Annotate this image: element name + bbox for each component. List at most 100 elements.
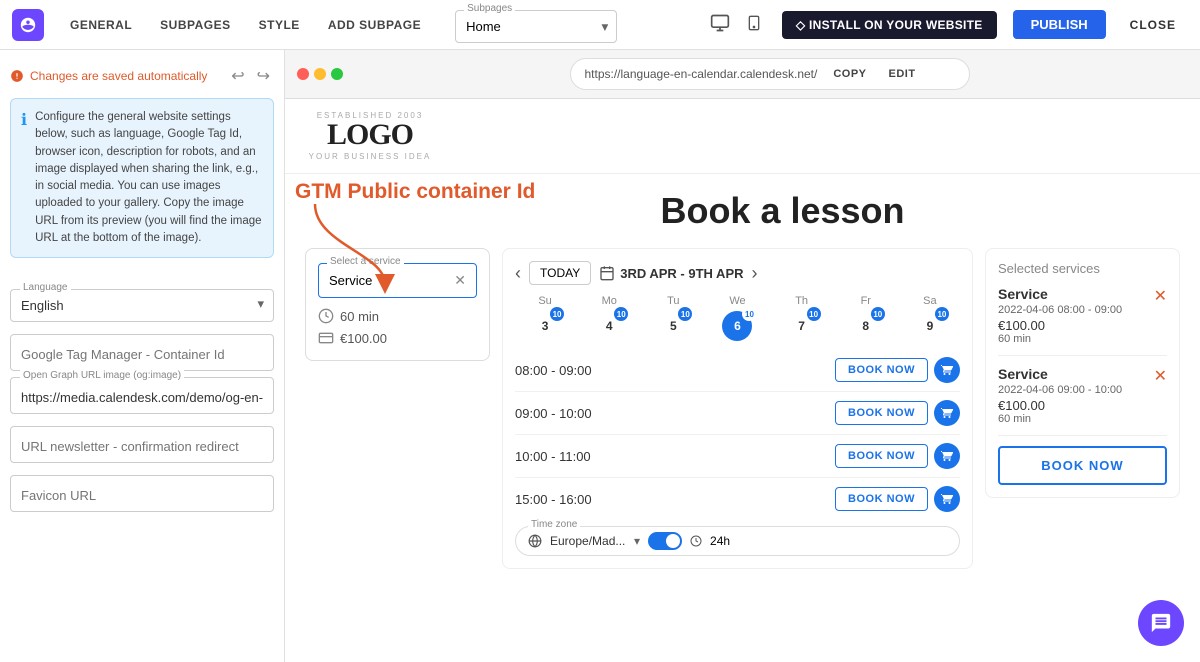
favicon-field-group: [10, 475, 274, 512]
booking-columns: Select a service Service ✕ 60 min €100.0…: [305, 248, 1180, 569]
duration-info: 60 min: [318, 308, 477, 324]
style-nav-btn[interactable]: STYLE: [249, 12, 310, 38]
remove-item-2-btn[interactable]: ✕: [1154, 366, 1167, 386]
device-icons: [706, 9, 766, 40]
website-preview-content: ESTABLISHED 2003 LOGO YOUR BUSINESS IDEA…: [285, 99, 1200, 662]
newsletter-input[interactable]: [10, 426, 274, 463]
traffic-light-green: [331, 68, 343, 80]
selected-item-2-date: 2022-04-06 09:00 - 10:00: [998, 384, 1167, 396]
timezone-select[interactable]: Europe/Mad...: [550, 534, 626, 548]
badge-su: 10: [550, 307, 564, 321]
badge-th: 10: [807, 307, 821, 321]
time-slot-4: 15:00 - 16:00 BOOK NOW: [515, 478, 960, 520]
mobile-icon-btn[interactable]: [742, 9, 766, 40]
undo-button[interactable]: ↩: [227, 64, 248, 88]
service-close-icon[interactable]: ✕: [454, 272, 466, 289]
calendar-panel: ‹ TODAY 3RD APR - 9TH APR ›: [502, 248, 973, 569]
right-preview-panel: https://language-en-calendar.calendesk.n…: [285, 50, 1200, 662]
booking-section-wrapper: Book a lesson Select a service Service ✕: [285, 174, 1200, 585]
gtm-input[interactable]: [10, 334, 274, 371]
cal-day-sa[interactable]: Sa 10 9: [900, 295, 960, 341]
time-slot-3: 10:00 - 11:00 BOOK NOW: [515, 435, 960, 478]
badge-sa: 10: [935, 307, 949, 321]
cal-day-su[interactable]: Su 10 3: [515, 295, 575, 341]
website-header: ESTABLISHED 2003 LOGO YOUR BUSINESS IDEA: [285, 99, 1200, 174]
install-button[interactable]: ◇ INSTALL ON YOUR WEBSITE: [782, 11, 997, 39]
cart-icon-4[interactable]: [934, 486, 960, 512]
gtm-field-group: [10, 334, 274, 371]
copy-url-button[interactable]: COPY: [827, 64, 872, 84]
chat-icon: [1150, 612, 1172, 634]
selected-item-1-dur: 60 min: [998, 333, 1167, 345]
cal-day-we[interactable]: We 10 6: [707, 295, 767, 341]
app-logo: [12, 9, 44, 41]
desktop-icon-btn[interactable]: [706, 9, 734, 40]
book-now-btn-3[interactable]: BOOK NOW: [835, 444, 928, 468]
badge-tu: 10: [678, 307, 692, 321]
service-select-label: Select a service: [327, 256, 404, 267]
remove-item-1-btn[interactable]: ✕: [1154, 286, 1167, 306]
cart-icon-1[interactable]: [934, 357, 960, 383]
publish-button[interactable]: PUBLISH: [1013, 10, 1106, 39]
subpages-floating-label: Subpages: [464, 3, 515, 14]
cart-icon-2[interactable]: [934, 400, 960, 426]
selected-services-title: Selected services: [998, 261, 1167, 276]
24h-toggle[interactable]: [648, 532, 682, 550]
day-num-sa: 9: [927, 319, 934, 333]
cal-next-btn[interactable]: ›: [752, 263, 758, 284]
day-num-su: 3: [542, 319, 549, 333]
language-select[interactable]: English: [10, 289, 274, 322]
book-now-btn-2[interactable]: BOOK NOW: [835, 401, 928, 425]
cal-day-tu[interactable]: Tu 10 5: [643, 295, 703, 341]
today-button[interactable]: TODAY: [529, 261, 591, 285]
left-settings-panel: Changes are saved automatically ↩ ↪ ℹ Co…: [0, 50, 285, 662]
subpages-nav-btn[interactable]: SUBPAGES: [150, 12, 240, 38]
badge-mo: 10: [614, 307, 628, 321]
book-now-btn-1[interactable]: BOOK NOW: [835, 358, 928, 382]
service-select-box[interactable]: Select a service Service ✕: [318, 263, 477, 298]
cal-prev-btn[interactable]: ‹: [515, 263, 521, 284]
time-slot-2-time: 09:00 - 10:00: [515, 406, 592, 421]
timezone-label-float: Time zone: [528, 519, 580, 530]
general-nav-btn[interactable]: GENERAL: [60, 12, 142, 38]
chat-widget-button[interactable]: [1138, 600, 1184, 646]
save-status-text: Changes are saved automatically: [30, 69, 207, 83]
og-image-input[interactable]: [10, 377, 274, 414]
cart-icon-3[interactable]: [934, 443, 960, 469]
day-num-we: 6: [734, 319, 741, 333]
subpages-select[interactable]: Home: [456, 11, 616, 42]
browser-bar: https://language-en-calendar.calendesk.n…: [285, 50, 1200, 99]
url-text: https://language-en-calendar.calendesk.n…: [585, 67, 818, 81]
redo-button[interactable]: ↪: [253, 64, 274, 88]
time-slot-2: 09:00 - 10:00 BOOK NOW: [515, 392, 960, 435]
url-bar-wrapper: https://language-en-calendar.calendesk.n…: [351, 58, 1188, 90]
selected-item-2-dur: 60 min: [998, 413, 1167, 425]
book-now-btn-4[interactable]: BOOK NOW: [835, 487, 928, 511]
clock-icon: [690, 535, 702, 547]
og-image-field-group: Open Graph URL image (og:image): [10, 377, 274, 414]
edit-url-button[interactable]: EDIT: [883, 64, 922, 84]
time-slot-3-time: 10:00 - 11:00: [515, 449, 591, 464]
og-image-label: Open Graph URL image (og:image): [20, 370, 184, 381]
booking-title: Book a lesson: [385, 190, 1180, 232]
add-subpage-nav-btn[interactable]: ADD SUBPAGE: [318, 12, 431, 38]
globe-icon: [528, 534, 542, 548]
day-num-tu: 5: [670, 319, 677, 333]
badge-we: 10: [742, 307, 756, 321]
logo-text: LOGO: [305, 120, 435, 150]
cal-date-range: 3RD APR - 9TH APR: [599, 265, 743, 281]
traffic-light-red: [297, 68, 309, 80]
cal-day-th[interactable]: Th 10 7: [772, 295, 832, 341]
day-num-mo: 4: [606, 319, 613, 333]
newsletter-field-group: [10, 426, 274, 463]
book-now-main-btn[interactable]: BOOK NOW: [998, 446, 1167, 485]
selected-item-1-price: €100.00: [998, 318, 1167, 333]
traffic-lights: [297, 68, 343, 80]
cal-day-mo[interactable]: Mo 10 4: [579, 295, 639, 341]
language-field-group: Language English ▾: [10, 270, 274, 322]
calendar-navigation: ‹ TODAY 3RD APR - 9TH APR ›: [515, 261, 960, 285]
favicon-input[interactable]: [10, 475, 274, 512]
selected-item-2-name: Service: [998, 366, 1167, 382]
close-button[interactable]: CLOSE: [1118, 11, 1188, 39]
cal-day-fr[interactable]: Fr 10 8: [836, 295, 896, 341]
